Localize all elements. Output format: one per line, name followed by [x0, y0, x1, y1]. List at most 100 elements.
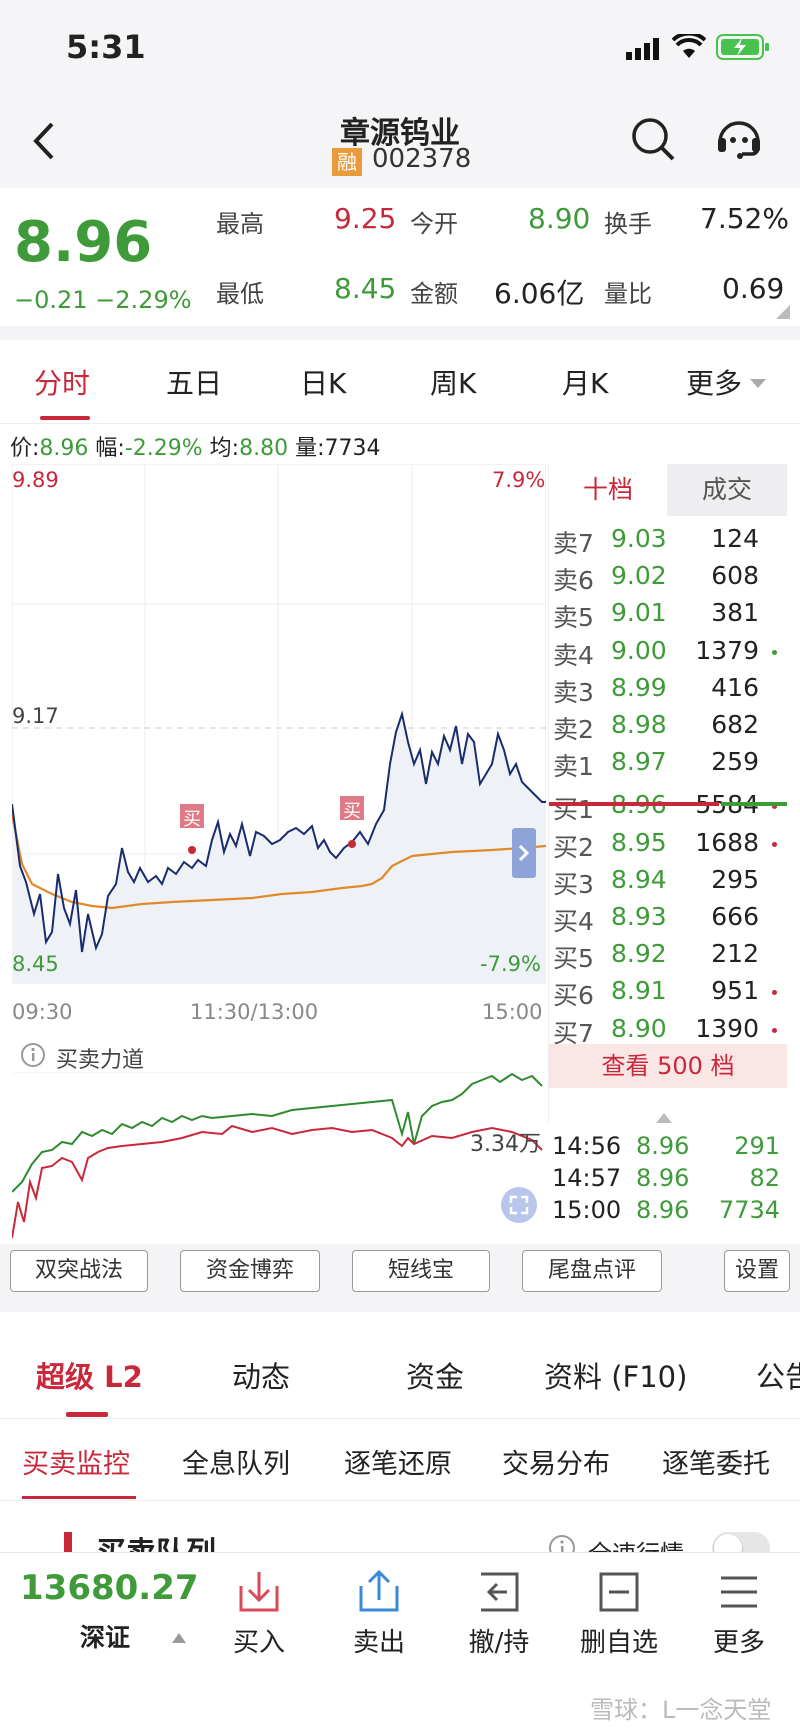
- x-label-end: 15:00: [482, 1000, 543, 1024]
- spread-bar-red: [549, 802, 719, 806]
- stat-value-turnover: 7.52%: [700, 202, 789, 235]
- tab-trades[interactable]: 成交: [667, 464, 787, 516]
- y-label-low: 8.45: [12, 952, 59, 976]
- stock-code: 002378: [372, 144, 472, 174]
- book-level-label: 卖6: [553, 566, 594, 596]
- stat-label-amount: 金额: [410, 280, 458, 308]
- stat-value-low: 8.45: [334, 272, 397, 305]
- wifi-icon: [671, 31, 707, 64]
- back-icon[interactable]: [28, 120, 58, 166]
- bid-row[interactable]: 买6 8.91 951: [549, 976, 787, 1010]
- book-level-label: 卖4: [553, 640, 594, 670]
- more-label: 更多: [712, 1628, 765, 1658]
- bid-row[interactable]: 买4 8.93 666: [549, 902, 787, 936]
- tool-settings[interactable]: 设置: [724, 1250, 790, 1292]
- book-level-label: 卖7: [553, 529, 594, 558]
- book-level-label: 卖1: [553, 752, 594, 782]
- expand-corner-icon[interactable]: [776, 304, 790, 323]
- tab-weekly-k[interactable]: 周K: [430, 362, 476, 402]
- buy-signal-dot-2: [348, 840, 356, 848]
- remove-watchlist-label: 删自选: [579, 1628, 658, 1658]
- x-label-mid: 11:30/13:00: [190, 1000, 319, 1024]
- trade-volume: 82: [749, 1164, 780, 1192]
- index-name[interactable]: 深证: [80, 1618, 130, 1654]
- ask-row[interactable]: 卖4 9.00 1379: [549, 636, 787, 670]
- fullscreen-icon[interactable]: [500, 1186, 538, 1228]
- force-title: 买卖力道: [56, 1048, 145, 1073]
- section-tab-announcements[interactable]: 公告: [756, 1354, 800, 1396]
- section-tab-l2[interactable]: 超级 L2: [36, 1354, 143, 1396]
- book-level-volume: 1379: [695, 635, 759, 665]
- tool-fund-game[interactable]: 资金博弈: [180, 1250, 320, 1292]
- sell-button[interactable]: 卖出: [324, 1569, 434, 1659]
- ask-row[interactable]: 卖5 9.01 381: [549, 598, 787, 632]
- trade-price: 8.96: [636, 1132, 690, 1160]
- book-level-volume: 212: [711, 939, 759, 969]
- subtab-distribution[interactable]: 交易分布: [502, 1442, 610, 1481]
- book-level-volume: 381: [711, 598, 759, 628]
- subtab-replay[interactable]: 逐笔还原: [344, 1442, 452, 1481]
- trade-time: 14:56: [552, 1132, 622, 1160]
- subtab-orders[interactable]: 逐笔委托: [662, 1442, 770, 1481]
- view-500-button[interactable]: 查看 500 档: [549, 1044, 787, 1088]
- info-vol: 7734: [324, 436, 381, 461]
- info-price-label: 价:: [10, 436, 40, 461]
- stat-value-high: 9.25: [334, 202, 397, 235]
- ask-row[interactable]: 卖3 8.99 416: [549, 673, 787, 707]
- tab-intraday[interactable]: 分时: [34, 362, 90, 402]
- info-amp: -2.29%: [124, 436, 203, 461]
- book-level-price: 8.91: [611, 976, 667, 1006]
- bid-row[interactable]: 买2 8.95 1688: [549, 828, 787, 862]
- ask-row[interactable]: 卖1 8.97 259: [549, 747, 787, 781]
- section-tab-news[interactable]: 动态: [232, 1354, 290, 1396]
- subtab-queue[interactable]: 全息队列: [182, 1442, 290, 1481]
- bid-row[interactable]: 买18.965584: [549, 790, 787, 824]
- spread-bar-green: [721, 802, 787, 806]
- status-bar: 5:31: [0, 0, 800, 100]
- tool-dual-breakout[interactable]: 双突战法: [10, 1250, 148, 1292]
- y-label-mid: 9.17: [12, 704, 59, 728]
- trade-time: 15:00: [552, 1196, 622, 1224]
- intraday-price-chart[interactable]: [12, 464, 546, 984]
- book-level-label: 买4: [553, 907, 594, 936]
- price-change: −0.21 −2.29%: [14, 286, 192, 314]
- info-price: 8.96: [39, 436, 89, 461]
- index-value[interactable]: 13680.27: [20, 1568, 199, 1608]
- section-tab-profile[interactable]: 资料 (F10): [544, 1354, 687, 1396]
- buy-button[interactable]: 买入: [204, 1570, 314, 1659]
- chat-robot-icon[interactable]: [712, 112, 766, 170]
- search-icon[interactable]: [630, 116, 676, 166]
- info-amp-label: 幅:: [95, 436, 125, 461]
- tab-daily-k[interactable]: 日K: [300, 362, 346, 402]
- tab-five-day[interactable]: 五日: [166, 362, 222, 402]
- menu-icon: [721, 1576, 757, 1608]
- buy-sell-force-chart[interactable]: [12, 1072, 546, 1240]
- status-time: 5:31: [66, 28, 146, 66]
- more-button[interactable]: 更多: [684, 1570, 794, 1659]
- info-icon[interactable]: [20, 1042, 46, 1072]
- chart-expand-tab[interactable]: [512, 828, 536, 878]
- book-level-volume: 124: [711, 524, 759, 553]
- bid-row[interactable]: 买5 8.92 212: [549, 939, 787, 973]
- bid-row[interactable]: 买7 8.90 1390: [549, 1014, 787, 1048]
- ask-row[interactable]: 卖7 9.03 124: [549, 524, 787, 558]
- bid-row[interactable]: 买3 8.94 295: [549, 865, 787, 899]
- tab-ten-levels[interactable]: 十档: [549, 464, 667, 516]
- section-tab-funds[interactable]: 资金: [406, 1354, 464, 1396]
- ask-row[interactable]: 卖2 8.98 682: [549, 710, 787, 744]
- chevron-down-icon: [750, 374, 766, 393]
- book-level-price: 9.03: [611, 524, 667, 553]
- remove-watchlist-button[interactable]: 删自选: [564, 1570, 674, 1659]
- book-level-label: 卖3: [553, 677, 594, 707]
- subtab-monitor[interactable]: 买卖监控: [22, 1442, 130, 1481]
- tab-more[interactable]: 更多: [686, 362, 742, 402]
- nav-bar: 章源钨业 融 002378: [0, 100, 800, 188]
- book-level-volume: 295: [711, 864, 759, 894]
- ask-row[interactable]: 卖6 9.02 608: [549, 561, 787, 595]
- tool-closing-review[interactable]: 尾盘点评: [522, 1250, 662, 1292]
- book-level-price: 8.97: [611, 747, 667, 777]
- tab-monthly-k[interactable]: 月K: [562, 362, 608, 402]
- tool-short-term[interactable]: 短线宝: [352, 1250, 490, 1292]
- cancel-hold-button[interactable]: 撤/持: [444, 1570, 554, 1659]
- order-change-dot: [772, 841, 777, 847]
